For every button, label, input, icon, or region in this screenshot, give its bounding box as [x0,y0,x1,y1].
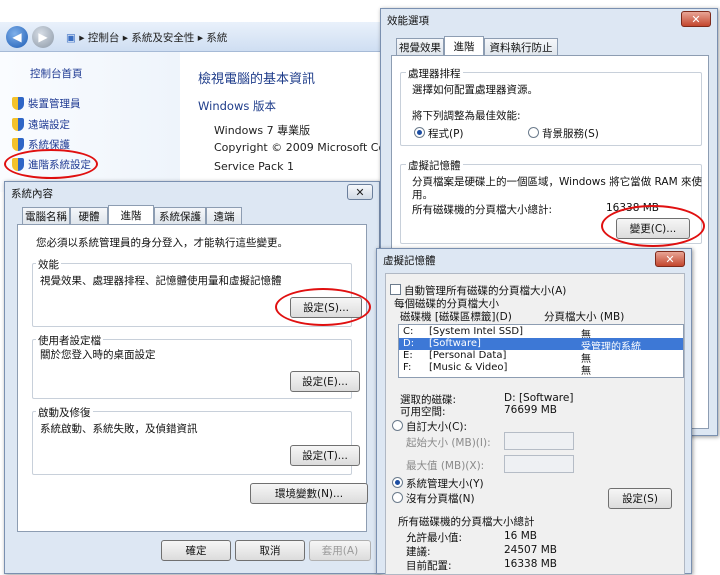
tab-hardware[interactable]: 硬體 [70,207,108,224]
virtual-memory-desc-2: 用。 [412,189,433,201]
recommended-label: 建議: [406,546,431,558]
tab-remote[interactable]: 遠端 [206,207,242,224]
virtual-memory-dialog: 虛擬記憶體 ✕ 自動管理所有磁碟的分頁檔大小(A) 每個磁碟的分頁檔大小 磁碟機… [376,248,692,575]
highlight-ring [275,288,371,326]
dialog-body: 自動管理所有磁碟的分頁檔大小(A) 每個磁碟的分頁檔大小 磁碟機 [磁碟區標籤]… [385,273,685,575]
services-radio[interactable] [528,127,539,138]
tab-panel: 電腦名稱 硬體 進階 系統保護 遠端 您必須以系統管理員的身分登入，才能執行這些… [17,205,368,532]
close-icon[interactable]: ✕ [655,251,685,267]
address-bar: ◀ ▶ ▣ ▸ 控制台 ▸ 系統及安全性 ▸ 系統 [0,22,380,52]
scheduling-desc: 選擇如何配置處理器資源。 [412,84,538,96]
breadcrumb-item[interactable]: 系統及安全性 [131,32,194,44]
highlight-ring [601,205,705,247]
virtual-memory-label: 虛擬記憶體 [406,158,463,173]
totals-label: 所有磁碟機的分頁檔大小總計 [398,516,535,528]
dialog-title: 效能選項 [387,15,429,27]
paging-total-label: 所有磁碟機的分頁檔大小總計: [412,204,553,216]
computer-icon: ▣ [66,32,76,44]
tab-advanced[interactable]: 進階 [444,36,484,55]
current-label: 目前配置: [406,560,452,572]
admin-note: 您必須以系統管理員的身分登入，才能執行這些變更。 [36,237,288,249]
windows-version-heading: Windows 版本 [198,99,276,113]
selected-drive-value: D: [Software] [504,392,574,404]
system-properties-dialog: 系統內容 ✕ 電腦名稱 硬體 進階 系統保護 遠端 您必須以系統管理員的身分登入… [4,181,380,574]
highlight-ring [4,149,98,179]
system-managed-label: 系統管理大小(Y) [406,478,484,490]
services-label: 背景服務(S) [542,128,599,140]
virtual-memory-desc: 分頁檔案是硬碟上的一個區域，Windows 將它當做 RAM 來使 [412,176,702,188]
min-value: 16 MB [504,530,537,542]
current-value: 16338 MB [504,558,558,570]
close-icon[interactable]: ✕ [347,184,373,200]
free-space-label: 可用空間: [400,406,446,418]
custom-size-radio[interactable] [392,420,403,431]
tab-visual-effects[interactable]: 視覺效果 [396,38,444,55]
startup-settings-button[interactable]: 設定(T)... [290,445,360,466]
tab-advanced[interactable]: 進階 [108,205,154,224]
user-profiles-label: 使用者設定檔 [36,333,103,348]
performance-desc: 視覺效果、處理器排程、記憶體使用量和虛擬記憶體 [40,275,282,287]
user-profiles-desc: 關於您登入時的桌面設定 [40,349,156,361]
drive-list[interactable]: C: [System Intel SSD] 無 D: [Software] 受管… [398,324,684,378]
tab-computer-name[interactable]: 電腦名稱 [22,207,70,224]
shield-icon [12,118,24,131]
scheduling-label: 處理器排程 [406,66,463,81]
drive-row-e[interactable]: E: [Personal Data] 無 [399,350,683,365]
breadcrumb-item[interactable]: 系統 [206,32,227,44]
recommended-value: 24507 MB [504,544,558,556]
no-paging-label: 沒有分頁檔(N) [406,493,475,505]
shield-icon [12,97,24,110]
environment-variables-button[interactable]: 環境變數(N)... [250,483,368,504]
startup-desc: 系統啟動、系統失敗，及偵錯資訊 [40,423,198,435]
tab-system-protection[interactable]: 系統保護 [154,207,206,224]
scheduling-adjust: 將下列調整為最佳效能: [412,110,521,122]
startup-label: 啟動及修復 [36,405,93,420]
no-paging-radio[interactable] [392,492,403,503]
sidebar-item-device-manager[interactable]: 裝置管理員 [12,96,81,111]
edition-text: Windows 7 專業版 [214,124,311,137]
performance-label: 效能 [36,257,61,272]
user-profiles-settings-button[interactable]: 設定(E)... [290,371,360,392]
programs-label: 程式(P) [428,128,464,140]
initial-size-input[interactable] [504,432,574,450]
max-size-input[interactable] [504,455,574,473]
cancel-button[interactable]: 取消 [235,540,305,561]
page-title: 檢視電腦的基本資訊 [198,72,316,87]
dialog-title: 虛擬記憶體 [383,255,436,267]
free-space-value: 76699 MB [504,404,558,416]
set-button[interactable]: 設定(S) [608,488,672,509]
breadcrumb: ▣ ▸ 控制台 ▸ 系統及安全性 ▸ 系統 [66,32,228,44]
programs-radio[interactable] [414,127,425,138]
copyright-text: Copyright © 2009 Microsoft Corpo [214,141,404,154]
apply-button[interactable]: 套用(A) [309,540,371,561]
tab-dep[interactable]: 資料執行防止 [484,38,558,55]
close-icon[interactable]: ✕ [681,11,711,27]
ok-button[interactable]: 確定 [161,540,231,561]
sidebar-item-remote[interactable]: 遠端設定 [12,117,70,132]
max-size-label: 最大值 (MB)(X): [406,460,485,472]
breadcrumb-item[interactable]: 控制台 [88,32,120,44]
control-panel-home-link[interactable]: 控制台首頁 [30,66,83,81]
service-pack-text: Service Pack 1 [214,160,294,173]
auto-manage-checkbox[interactable] [390,284,401,295]
custom-size-label: 自訂大小(C): [406,421,468,433]
back-arrow-icon[interactable]: ◀ [6,26,28,48]
drive-row-c[interactable]: C: [System Intel SSD] 無 [399,326,683,341]
initial-size-label: 起始大小 (MB)(I): [406,437,491,449]
dialog-title: 系統內容 [11,188,53,200]
shield-icon [12,138,24,151]
min-label: 允許最小值: [406,532,463,544]
col-drive-header: 磁碟機 [磁碟區標籤](D) [400,311,512,323]
drive-row-d[interactable]: D: [Software] 受管理的系統 [399,338,683,353]
drive-row-f[interactable]: F: [Music & Video] 無 [399,362,683,377]
forward-arrow-icon[interactable]: ▶ [32,26,54,48]
col-size-header: 分頁檔大小 (MB) [544,311,625,323]
system-managed-radio[interactable] [392,477,403,488]
